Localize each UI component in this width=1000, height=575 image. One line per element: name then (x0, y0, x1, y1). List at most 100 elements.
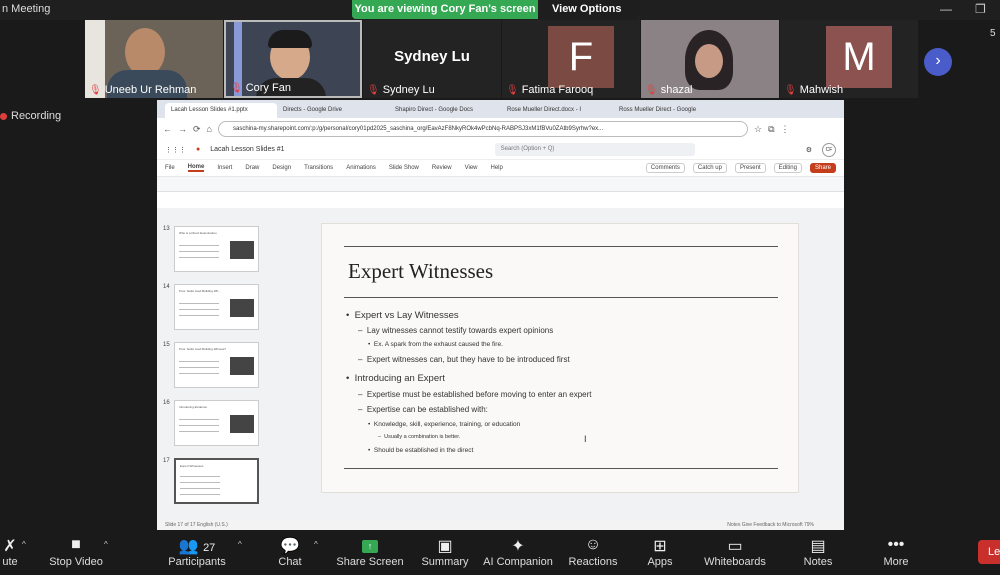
address-bar-row: ← → ⟳ ⌂ saschina-my.sharepoint.com/:p:/g… (157, 118, 844, 140)
slide-thumbnail[interactable]: Pros: bullet cued Building Wit... (174, 284, 259, 330)
menu-insert[interactable]: Insert (217, 165, 232, 171)
menu-review[interactable]: Review (432, 165, 452, 171)
bullet-text[interactable]: – Expertise must be established before m… (358, 390, 591, 399)
menu-help[interactable]: Help (491, 165, 503, 171)
thumbnail-title: Pros: bullet cued Building Wit... (179, 289, 221, 293)
leave-button[interactable]: Le (978, 540, 1000, 564)
next-page-arrow-icon[interactable]: › (924, 48, 952, 76)
star-icon[interactable]: ☆ (754, 124, 762, 135)
bullet-text[interactable]: – Usually a combination is better. (378, 434, 460, 440)
back-icon[interactable]: ← (163, 124, 172, 134)
slide-thumbnail[interactable]: Introducing Evidence (174, 400, 259, 446)
participant-name: Cory Fan (245, 82, 291, 94)
stop-video-button[interactable]: ■ Stop Video (46, 536, 106, 568)
reload-icon[interactable]: ⟳ (193, 124, 201, 135)
notes-button[interactable]: ▤ Notes (800, 536, 836, 568)
bullet-text[interactable]: • Should be established in the direct (368, 447, 473, 454)
menu-home[interactable]: Home (187, 164, 205, 172)
view-options-button[interactable]: View Options ⌄ (538, 0, 640, 34)
bullet-text[interactable]: – Expertise can be established with: (358, 405, 488, 414)
participant-display-name: Sydney Lu (394, 48, 470, 65)
app-header: ⋮⋮⋮ ● Lacah Lesson Slides #1 Search (Opt… (157, 140, 844, 160)
bullet-text[interactable]: – Expert witnesses can, but they have to… (358, 355, 570, 364)
thumbnail-image (230, 299, 254, 317)
app-launcher-icon[interactable]: ⋮⋮⋮ (165, 146, 186, 154)
editing-button[interactable]: Editing (773, 163, 802, 173)
document-title[interactable]: Lacah Lesson Slides #1 (210, 146, 284, 153)
participant-tile[interactable]: Sydney Lu 🎙 Sydney Lu (363, 20, 501, 98)
muted-mic-icon: 🎙 (367, 84, 380, 96)
home-icon[interactable]: ⌂ (207, 124, 212, 134)
search-input[interactable]: Search (Option + Q) (494, 143, 695, 156)
menu-animations[interactable]: Animations (346, 165, 376, 171)
slide-thumbnail[interactable]: Who is a Direct Examination (174, 226, 259, 272)
bullet-text[interactable]: • Introducing an Expert (346, 373, 445, 384)
slide-thumbnail[interactable]: Pros: bullet cued Building Witness? (174, 342, 259, 388)
avatar: F (548, 26, 614, 88)
shared-screen: Lacah Lesson Slides #1.pptx Directs - Go… (157, 100, 844, 530)
bullet-text[interactable]: – Lay witnesses cannot testify towards e… (358, 326, 553, 335)
browser-tab[interactable]: Lacah Lesson Slides #1.pptx (165, 103, 277, 118)
comments-button[interactable]: Comments (645, 163, 685, 173)
recording-indicator[interactable]: Recording (0, 110, 61, 122)
powerpoint-icon: ● (196, 146, 201, 153)
status-right: Notes Give Feedback to Microsoft 79% (727, 522, 814, 528)
participant-tile-active-speaker[interactable]: 🎙 Cory Fan (224, 20, 362, 98)
mute-button[interactable]: ✗ ute (0, 536, 20, 568)
menu-file[interactable]: File (165, 165, 175, 171)
chevron-up-icon[interactable]: ^ (104, 540, 108, 549)
thumbnail-title: Pros: bullet cued Building Witness? (179, 347, 227, 351)
thumbnail-image (230, 415, 254, 433)
participant-tile[interactable]: 🎙 Uneeb Ur Rehman (85, 20, 223, 98)
menu-transitions[interactable]: Transitions (304, 165, 333, 171)
avatar[interactable]: CF (822, 142, 836, 157)
chat-button[interactable]: 💬 Chat (272, 536, 308, 568)
restore-icon[interactable]: ❐ (975, 2, 986, 16)
more-button[interactable]: ••• More (876, 536, 916, 568)
sparkle-icon: ✦ (511, 538, 525, 555)
participant-tile[interactable]: F 🎙 Fatima Farooq (502, 20, 640, 98)
browser-tab[interactable]: Directs - Google Drive (277, 103, 389, 118)
share-screen-button[interactable]: ↑ Share Screen (336, 536, 404, 568)
summary-button[interactable]: ▣ Summary (418, 536, 472, 568)
meeting-toolbar: ✗ ute ^ ■ Stop Video ^ 👥 27 Participants ^ … (0, 530, 1000, 575)
muted-mic-icon: 🎙 (89, 84, 102, 96)
minimize-icon[interactable]: — (940, 2, 952, 16)
menu-slide-show[interactable]: Slide Show (389, 165, 419, 171)
share-button[interactable]: Share (809, 163, 836, 173)
slide-title[interactable]: Expert Witnesses (348, 259, 493, 284)
browser-tab[interactable]: Shapiro Direct - Google Docs (389, 103, 501, 118)
forward-icon[interactable]: → (178, 124, 187, 134)
ai-companion-button[interactable]: ✦ AI Companion (482, 536, 554, 568)
menu-draw[interactable]: Draw (245, 165, 259, 171)
participant-tile[interactable]: M 🎙 Mahwish (780, 20, 918, 98)
participants-button[interactable]: 👥 27 Participants (164, 536, 230, 568)
present-button[interactable]: Present (734, 163, 766, 173)
catchup-button[interactable]: Catch up (692, 163, 727, 173)
url-input[interactable]: saschina-my.sharepoint.com/:p:/g/persona… (217, 121, 748, 137)
whiteboards-button[interactable]: ▭ Whiteboards (700, 536, 770, 568)
browser-tab[interactable]: Rose Mueller Direct.docx - I (501, 103, 613, 118)
current-slide[interactable]: Expert Witnesses • Expert vs Lay Witness… (321, 223, 799, 493)
recording-label: Recording (11, 110, 62, 122)
menu-icon[interactable]: ⋮ (781, 124, 790, 135)
bullet-text[interactable]: • Ex. A spark from the exhaust caused th… (368, 341, 503, 348)
participant-name: Uneeb Ur Rehman (104, 84, 197, 96)
reactions-button[interactable]: ☺ Reactions (566, 536, 620, 568)
settings-icon[interactable]: ⚙ (806, 146, 812, 154)
menu-design[interactable]: Design (272, 165, 291, 171)
slide-thumbnail-selected[interactable]: Expert Witnesses (174, 458, 259, 504)
chevron-up-icon[interactable]: ^ (22, 540, 26, 549)
menu-view[interactable]: View (465, 165, 478, 171)
bullet-text[interactable]: • Knowledge, skill, experience, training… (368, 421, 520, 428)
ribbon-toolbar[interactable] (157, 176, 844, 192)
side-count: 5 (990, 28, 996, 39)
extensions-icon[interactable]: ⧉ (768, 124, 774, 135)
participant-tile[interactable]: 🎙 shazal (641, 20, 779, 98)
chevron-up-icon[interactable]: ^ (238, 540, 242, 549)
apps-button[interactable]: ⊞ Apps (642, 536, 678, 568)
bullet-text[interactable]: • Expert vs Lay Witnesses (346, 310, 459, 321)
chevron-up-icon[interactable]: ^ (314, 540, 318, 549)
browser-tab[interactable]: Ross Mueller Direct - Google (613, 103, 725, 118)
muted-mic-icon: 🎙 (506, 84, 519, 96)
